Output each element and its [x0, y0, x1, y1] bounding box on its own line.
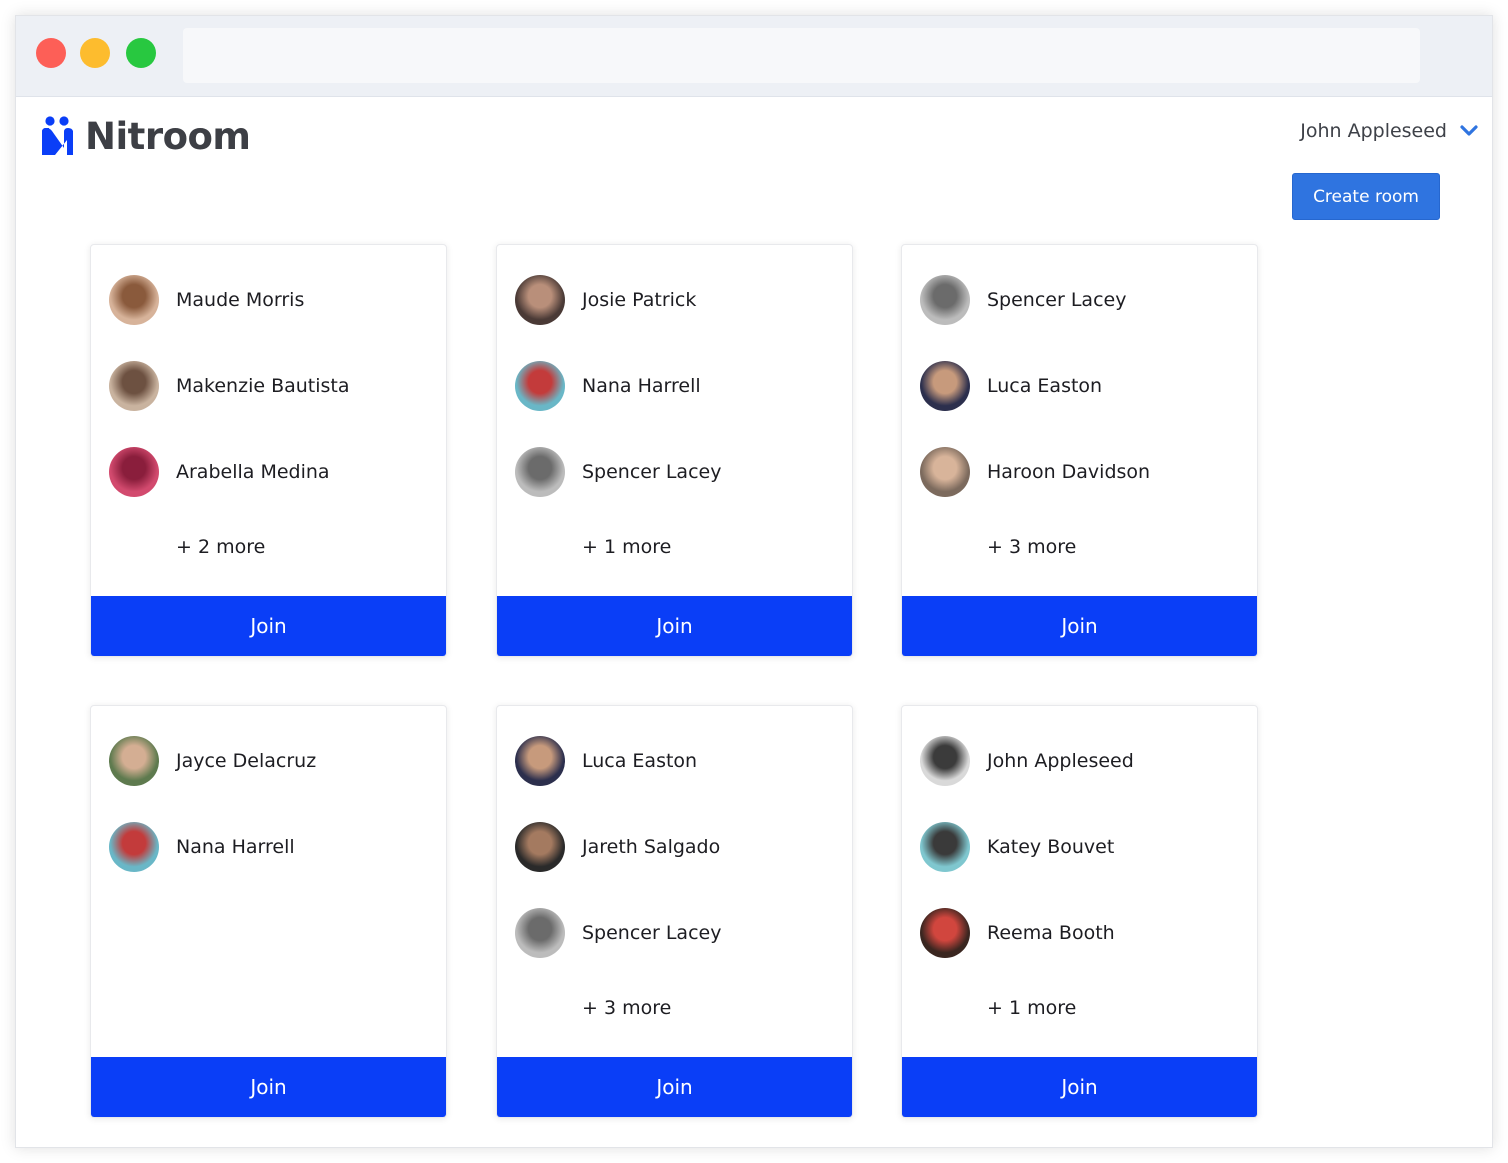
- avatar: [109, 447, 159, 497]
- browser-toolbar: [16, 16, 1492, 97]
- member-name: Arabella Medina: [176, 461, 330, 483]
- room-member: Luca Easton: [515, 736, 697, 786]
- join-room-button[interactable]: Join: [91, 596, 446, 656]
- app-name: Nitroom: [85, 114, 251, 158]
- room-member: Jareth Salgado: [515, 822, 720, 872]
- room-member: Spencer Lacey: [515, 447, 721, 497]
- member-name: Reema Booth: [987, 922, 1115, 944]
- browser-window: Nitroom John Appleseed Create room Maude…: [15, 15, 1493, 1148]
- join-room-button[interactable]: Join: [91, 1057, 446, 1117]
- chevron-down-icon: [1460, 125, 1478, 136]
- member-name: Nana Harrell: [582, 375, 701, 397]
- member-name: Maude Morris: [176, 289, 305, 311]
- room-member: Spencer Lacey: [920, 275, 1126, 325]
- room-member: Maude Morris: [109, 275, 304, 325]
- avatar: [920, 447, 970, 497]
- member-name: Josie Patrick: [582, 289, 697, 311]
- room-member: Josie Patrick: [515, 275, 696, 325]
- member-name: Nana Harrell: [176, 836, 295, 858]
- member-name: John Appleseed: [987, 750, 1134, 772]
- member-name: Spencer Lacey: [582, 461, 722, 483]
- more-members-count: + 2 more: [176, 536, 266, 558]
- member-name: Luca Easton: [582, 750, 698, 772]
- room-member: Nana Harrell: [515, 361, 701, 411]
- join-room-button[interactable]: Join: [902, 1057, 1257, 1117]
- avatar: [109, 361, 159, 411]
- more-members-count: + 1 more: [582, 536, 672, 558]
- room-member: John Appleseed: [920, 736, 1134, 786]
- minimize-window-button[interactable]: [80, 38, 110, 68]
- user-menu[interactable]: John Appleseed: [1300, 120, 1478, 142]
- member-name: Haroon Davidson: [987, 461, 1151, 483]
- maximize-window-button[interactable]: [126, 38, 156, 68]
- room-card: Jayce Delacruz Nana Harrell Join: [90, 705, 447, 1118]
- nitroom-logo-icon: [42, 116, 73, 155]
- more-members-count: + 3 more: [582, 997, 672, 1019]
- avatar: [515, 361, 565, 411]
- avatar: [920, 275, 970, 325]
- avatar: [515, 908, 565, 958]
- app-logo: Nitroom: [40, 108, 251, 164]
- room-member: Arabella Medina: [109, 447, 330, 497]
- avatar: [109, 275, 159, 325]
- member-name: Jayce Delacruz: [176, 750, 317, 772]
- avatar: [920, 822, 970, 872]
- room-card: John Appleseed Katey Bouvet Reema Booth + 1…: [901, 705, 1258, 1118]
- member-name: Spencer Lacey: [987, 289, 1127, 311]
- join-room-button[interactable]: Join: [497, 596, 852, 656]
- room-card: Luca Easton Jareth Salgado Spencer Lacey + …: [496, 705, 853, 1118]
- avatar: [920, 361, 970, 411]
- avatar: [109, 736, 159, 786]
- avatar: [109, 822, 159, 872]
- join-room-button[interactable]: Join: [497, 1057, 852, 1117]
- more-members-count: + 1 more: [987, 997, 1077, 1019]
- room-member: Luca Easton: [920, 361, 1102, 411]
- avatar: [920, 736, 970, 786]
- address-bar[interactable]: [183, 28, 1420, 83]
- member-name: Katey Bouvet: [987, 836, 1115, 858]
- room-member: Haroon Davidson: [920, 447, 1150, 497]
- room-member: Reema Booth: [920, 908, 1115, 958]
- room-member: Makenzie Bautista: [109, 361, 350, 411]
- join-room-button[interactable]: Join: [902, 596, 1257, 656]
- avatar: [920, 908, 970, 958]
- room-member: Jayce Delacruz: [109, 736, 316, 786]
- room-member: Katey Bouvet: [920, 822, 1114, 872]
- avatar: [515, 822, 565, 872]
- room-card: Maude Morris Makenzie Bautista Arabella Me…: [90, 244, 447, 657]
- member-name: Jareth Salgado: [582, 836, 721, 858]
- member-name: Spencer Lacey: [582, 922, 722, 944]
- room-member: Nana Harrell: [109, 822, 295, 872]
- room-card: Spencer Lacey Luca Easton Haroon Davidson +…: [901, 244, 1258, 657]
- member-name: Luca Easton: [987, 375, 1103, 397]
- close-window-button[interactable]: [36, 38, 66, 68]
- avatar: [515, 736, 565, 786]
- member-name: Makenzie Bautista: [176, 375, 350, 397]
- avatar: [515, 275, 565, 325]
- create-room-button[interactable]: Create room: [1292, 173, 1440, 220]
- room-member: Spencer Lacey: [515, 908, 721, 958]
- room-card: Josie Patrick Nana Harrell Spencer Lacey + …: [496, 244, 853, 657]
- more-members-count: + 3 more: [987, 536, 1077, 558]
- avatar: [515, 447, 565, 497]
- user-name: John Appleseed: [1300, 120, 1447, 142]
